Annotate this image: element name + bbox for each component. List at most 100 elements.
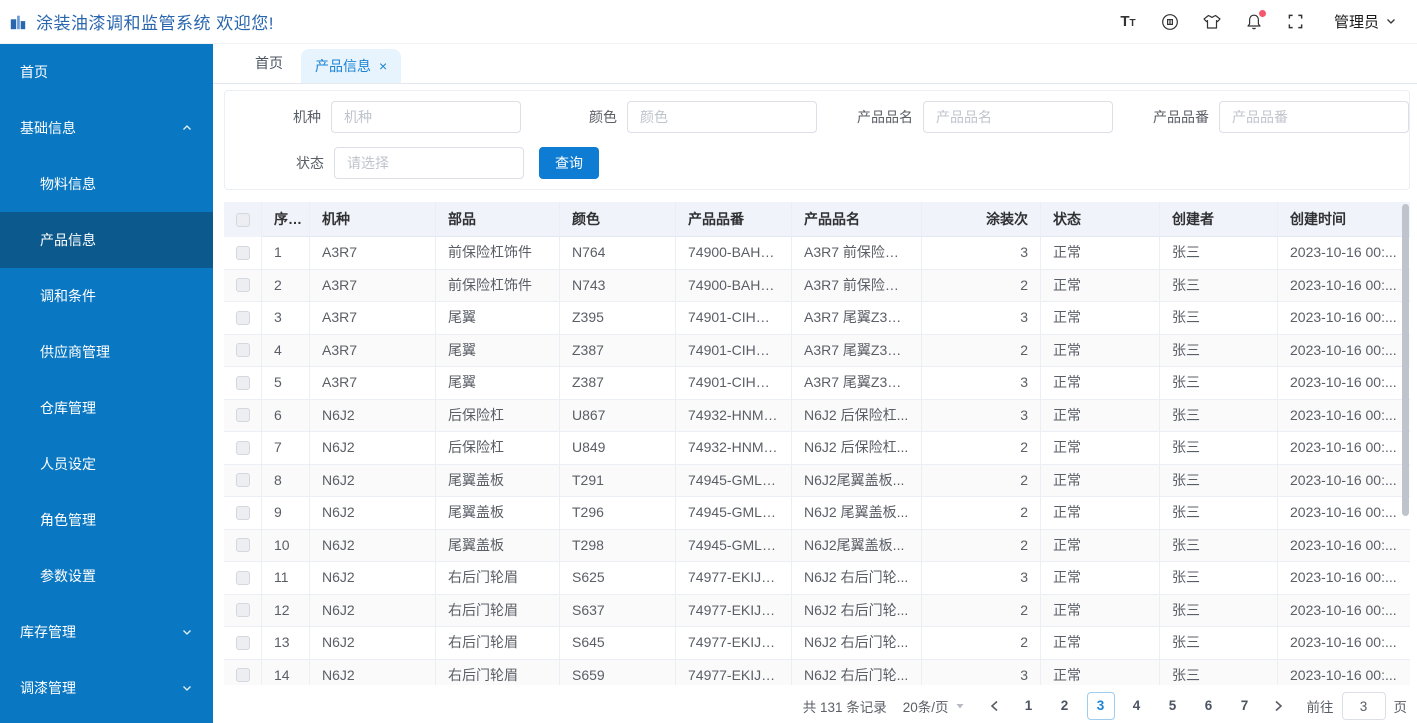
cell-颜色: U867 bbox=[560, 399, 676, 431]
product-number-input[interactable] bbox=[1219, 101, 1409, 133]
query-button[interactable]: 查询 bbox=[539, 147, 599, 179]
cell-产品品名: N6J2尾翼盖板... bbox=[792, 464, 922, 496]
sidebar-item-label: 首页 bbox=[20, 64, 48, 80]
sidebar-item-角色管理[interactable]: 角色管理 bbox=[0, 492, 213, 548]
cell-部品: 前保险杠饰件 bbox=[436, 237, 560, 269]
cell-产品品番: 74945-GMLO0... bbox=[676, 497, 792, 529]
row-checkbox[interactable] bbox=[235, 278, 250, 293]
main-content: 首页 产品信息 × 机种 颜色 产品品名 产品品番 状态 bbox=[213, 0, 1417, 720]
cell-部品: 右后门轮眉 bbox=[436, 659, 560, 685]
sidebar-item-参数设置[interactable]: 参数设置 bbox=[0, 548, 213, 604]
cell-机种: N6J2 bbox=[310, 562, 436, 594]
row-checkbox[interactable] bbox=[235, 408, 250, 423]
row-checkbox-cell bbox=[224, 399, 262, 431]
row-checkbox[interactable] bbox=[235, 245, 250, 260]
cell-创建者: 张三 bbox=[1160, 529, 1278, 561]
font-size-icon[interactable]: TT bbox=[1118, 12, 1138, 32]
sidebar-item-label: 库存管理 bbox=[20, 624, 76, 640]
sidebar-item-仓库管理[interactable]: 仓库管理 bbox=[0, 380, 213, 436]
cell-涂装次: 2 bbox=[922, 432, 1041, 464]
cell-涂装次: 3 bbox=[922, 237, 1041, 269]
locale-icon[interactable] bbox=[1160, 12, 1180, 32]
cell-产品品番: 74901-CIHK00... bbox=[676, 334, 792, 366]
sidebar-item-调和条件[interactable]: 调和条件 bbox=[0, 268, 213, 324]
cell-产品品番: 74900-BAHG00... bbox=[676, 269, 792, 301]
cell-颜色: T296 bbox=[560, 497, 676, 529]
row-checkbox-cell bbox=[224, 367, 262, 399]
cell-序号: 1 bbox=[262, 237, 310, 269]
row-checkbox[interactable] bbox=[235, 635, 250, 650]
cell-创建时间: 2023-10-16 00:... bbox=[1290, 569, 1397, 585]
cell-产品品名: N6J2 尾翼盖板... bbox=[792, 497, 922, 529]
row-checkbox-cell bbox=[224, 302, 262, 334]
sidebar-item-人员设定[interactable]: 人员设定 bbox=[0, 436, 213, 492]
page-button-5[interactable]: 5 bbox=[1159, 692, 1187, 720]
cell-部品: 尾翼 bbox=[436, 302, 560, 334]
page-button-1[interactable]: 1 bbox=[1015, 692, 1043, 720]
theme-skin-icon[interactable] bbox=[1202, 12, 1222, 32]
cell-序号: 8 bbox=[262, 464, 310, 496]
row-checkbox[interactable] bbox=[235, 603, 250, 618]
sidebar-item-基础信息[interactable]: 基础信息 bbox=[0, 100, 213, 156]
cell-部品: 尾翼 bbox=[436, 367, 560, 399]
table-row: 14 N6J2 右后门轮眉 S659 74977-EKIJM0... N6J2 右后门轮.… bbox=[224, 659, 1410, 685]
tab-首页[interactable]: 首页 bbox=[237, 44, 301, 83]
cell-状态: 正常 bbox=[1041, 432, 1160, 464]
row-checkbox[interactable] bbox=[235, 473, 250, 488]
notification-bell-icon[interactable] bbox=[1244, 9, 1266, 32]
pagination: 共 131 条记录 20条/页 1234567 前往 页 bbox=[213, 692, 1407, 720]
tab-bar: 首页 产品信息 × bbox=[213, 44, 1417, 84]
product-name-input[interactable] bbox=[923, 101, 1113, 133]
sidebar-item-产品信息[interactable]: 产品信息 bbox=[0, 212, 213, 268]
sidebar-item-label: 供应商管理 bbox=[40, 344, 110, 360]
machine-model-input[interactable] bbox=[331, 101, 521, 133]
row-checkbox[interactable] bbox=[235, 375, 250, 390]
page-button-7[interactable]: 7 bbox=[1231, 692, 1259, 720]
cell-序号: 9 bbox=[262, 497, 310, 529]
page-button-3[interactable]: 3 bbox=[1086, 692, 1115, 720]
row-checkbox[interactable] bbox=[235, 538, 250, 553]
page-button-2[interactable]: 2 bbox=[1051, 692, 1079, 720]
column-header-部品: 部品 bbox=[436, 202, 560, 237]
next-page-button[interactable] bbox=[1267, 692, 1291, 720]
prev-page-button[interactable] bbox=[983, 692, 1007, 720]
sidebar-item-首页[interactable]: 首页 bbox=[0, 44, 213, 100]
select-all-checkbox[interactable] bbox=[235, 212, 250, 227]
cell-创建时间: 2023-10-16 00:... bbox=[1290, 406, 1397, 423]
sidebar-item-调漆管理[interactable]: 调漆管理 bbox=[0, 660, 213, 716]
status-select[interactable] bbox=[334, 147, 524, 179]
cell-创建时间: 2023-10-16 00:... bbox=[1290, 634, 1397, 650]
sidebar-item-label: 调漆管理 bbox=[20, 680, 76, 696]
cell-创建时间: 2023-10-16 00:... bbox=[1290, 309, 1397, 325]
sidebar-item-供应商管理[interactable]: 供应商管理 bbox=[0, 324, 213, 380]
page-button-4[interactable]: 4 bbox=[1123, 692, 1151, 720]
goto-page-input[interactable] bbox=[1341, 692, 1386, 720]
page-size-select[interactable]: 20条/页 bbox=[903, 696, 965, 716]
row-checkbox[interactable] bbox=[235, 343, 250, 358]
row-checkbox[interactable] bbox=[235, 570, 250, 585]
cell-序号: 2 bbox=[262, 269, 310, 301]
cell-创建时间: 2023-10-16 00:... bbox=[1290, 244, 1397, 260]
notification-badge bbox=[1258, 9, 1266, 17]
fullscreen-icon[interactable] bbox=[1286, 12, 1306, 32]
cell-产品品名: N6J2 右后门轮... bbox=[792, 562, 922, 594]
cell-机种: N6J2 bbox=[310, 464, 436, 496]
tab-close-icon[interactable]: × bbox=[379, 59, 387, 73]
row-checkbox[interactable] bbox=[235, 310, 250, 325]
table-scrollbar[interactable] bbox=[1402, 204, 1409, 516]
row-checkbox[interactable] bbox=[235, 668, 250, 683]
column-header-颜色: 颜色 bbox=[560, 202, 676, 237]
sidebar-item-物料信息[interactable]: 物料信息 bbox=[0, 156, 213, 212]
cell-机种: N6J2 bbox=[310, 659, 436, 685]
user-menu[interactable]: 管理员 bbox=[1334, 11, 1397, 32]
search-form: 机种 颜色 产品品名 产品品番 状态 查询 bbox=[224, 90, 1410, 190]
row-checkbox[interactable] bbox=[235, 440, 250, 455]
cell-序号: 11 bbox=[262, 562, 310, 594]
color-input[interactable] bbox=[627, 101, 817, 133]
tab-产品信息[interactable]: 产品信息 × bbox=[301, 49, 402, 83]
sidebar-item-label: 基础信息 bbox=[20, 120, 76, 136]
row-checkbox[interactable] bbox=[235, 505, 250, 520]
sidebar-item-库存管理[interactable]: 库存管理 bbox=[0, 604, 213, 660]
sidebar-item-label: 物料信息 bbox=[40, 176, 96, 192]
page-button-6[interactable]: 6 bbox=[1195, 692, 1223, 720]
